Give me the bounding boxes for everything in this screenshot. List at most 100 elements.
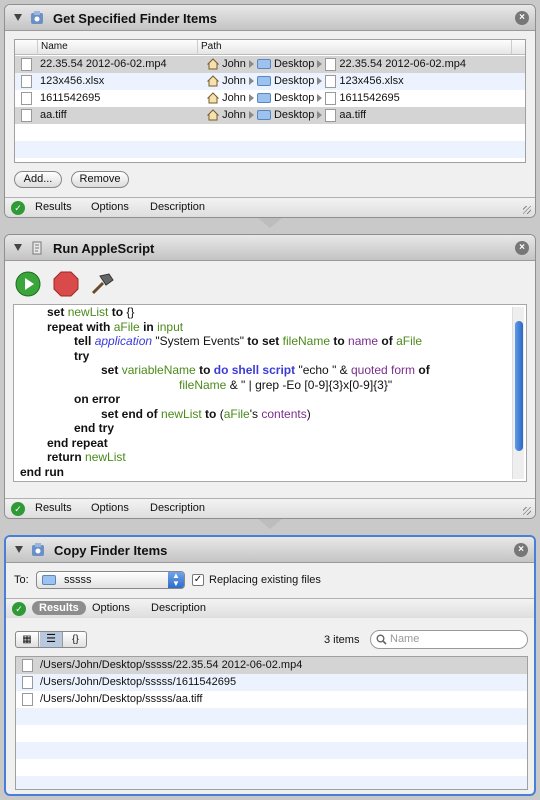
popup-arrows-icon: ▲ ▼ xyxy=(168,572,184,588)
to-label: To: xyxy=(14,574,29,586)
script-scrollbar[interactable] xyxy=(512,307,524,479)
column-header-path[interactable]: Path xyxy=(197,40,511,55)
resize-grip-icon[interactable] xyxy=(523,206,531,214)
options-tab[interactable]: Options xyxy=(91,502,129,514)
action-connector xyxy=(258,218,282,228)
action-header[interactable]: Get Specified Finder Items × xyxy=(5,5,535,31)
view-mode-segmented-control: ▦ ☰ {} xyxy=(15,631,87,648)
action-connector xyxy=(258,519,282,529)
list-item[interactable]: /Users/John/Desktop/sssss/22.35.54 2012-… xyxy=(16,657,527,674)
remove-button[interactable]: Remove xyxy=(71,171,129,188)
path-separator-icon xyxy=(248,94,254,103)
code-line: return newList xyxy=(47,450,126,464)
icon-view-icon[interactable]: ▦ xyxy=(16,632,39,647)
search-icon xyxy=(376,634,387,645)
action-footer: ✓ Results Options Description xyxy=(5,197,535,217)
path-separator-icon xyxy=(317,111,323,120)
video-file-icon xyxy=(325,57,337,71)
action-header[interactable]: Run AppleScript × xyxy=(5,235,535,261)
options-tab[interactable]: Options xyxy=(92,602,130,614)
checkmark-icon: ✓ xyxy=(11,502,25,516)
path-file: 22.35.54 2012-06-02.mp4 xyxy=(339,58,467,70)
table-row[interactable]: 1611542695 John Desktop 1611542695 xyxy=(15,90,525,107)
results-tab[interactable]: Results xyxy=(35,502,72,514)
result-path: /Users/John/Desktop/sssss/1611542695 xyxy=(40,676,237,688)
results-list: /Users/John/Desktop/sssss/22.35.54 2012-… xyxy=(15,656,528,790)
file-name: 1611542695 xyxy=(40,92,101,104)
list-item[interactable]: /Users/John/Desktop/sssss/1611542695 xyxy=(16,674,527,691)
replacing-label[interactable]: Replacing existing files xyxy=(209,574,321,586)
run-icon[interactable] xyxy=(15,271,41,297)
description-tab[interactable]: Description xyxy=(150,502,205,514)
checkmark-icon: ✓ xyxy=(11,201,25,215)
video-file-icon xyxy=(22,659,33,672)
code-line: on error xyxy=(74,392,121,406)
folder-icon xyxy=(256,76,271,87)
video-file-icon xyxy=(21,57,32,71)
action-footer: ✓ Results Options Description xyxy=(5,498,535,518)
description-tab[interactable]: Description xyxy=(151,602,206,614)
code-line: tell application "System Events" to set … xyxy=(74,334,423,348)
code-line: fileName & " | grep -Eo [0-9]{3}x[0-9]{3… xyxy=(179,377,393,392)
list-item[interactable]: /Users/John/Desktop/sssss/aa.tiff xyxy=(16,691,527,708)
checkmark-icon: ✓ xyxy=(12,602,26,616)
document-file-icon xyxy=(325,74,337,88)
path-separator-icon xyxy=(248,77,254,86)
table-row[interactable]: aa.tiff John Desktop aa.tiff xyxy=(15,107,525,124)
generic-file-icon xyxy=(22,676,33,689)
disclosure-triangle-icon[interactable] xyxy=(14,14,22,21)
search-field[interactable]: Name xyxy=(370,630,528,649)
scrollbar-thumb[interactable] xyxy=(515,321,523,451)
script-editor[interactable]: set newList to {} repeat with aFile in i… xyxy=(13,304,527,482)
options-tab[interactable]: Options xyxy=(91,201,129,213)
table-row[interactable]: 22.35.54 2012-06-02.mp4 John Desktop 22.… xyxy=(15,56,525,73)
items-table: Name Path 22.35.54 2012-06-02.mp4 John D… xyxy=(14,39,526,163)
resize-grip-icon[interactable] xyxy=(523,507,531,515)
path-file: aa.tiff xyxy=(339,109,367,121)
path-user: John xyxy=(222,92,246,104)
column-header-spacer xyxy=(15,40,37,55)
folder-icon xyxy=(42,575,56,585)
code-line: end run xyxy=(20,464,64,479)
close-icon[interactable]: × xyxy=(515,11,529,25)
copy-finder-items-action: Copy Finder Items × To: sssss ▲ ▼ ✓ Repla… xyxy=(4,535,536,796)
compile-hammer-icon[interactable] xyxy=(89,271,115,297)
disclosure-triangle-icon[interactable] xyxy=(15,546,23,553)
list-item-empty xyxy=(16,708,527,725)
stop-icon[interactable] xyxy=(53,271,79,297)
path-file: 123x456.xlsx xyxy=(339,75,404,87)
close-icon[interactable]: × xyxy=(515,241,529,255)
home-icon xyxy=(206,109,220,121)
code-line: repeat with aFile in input xyxy=(47,319,184,334)
action-title: Copy Finder Items xyxy=(54,543,168,558)
code-line: set newList to {} xyxy=(47,305,135,319)
table-row[interactable]: 123x456.xlsx John Desktop 123x456.xlsx xyxy=(15,73,525,90)
home-icon xyxy=(206,58,220,70)
table-row-empty xyxy=(15,141,525,158)
folder-icon xyxy=(256,110,271,121)
description-tab[interactable]: Description xyxy=(150,201,205,213)
automator-icon xyxy=(31,11,43,24)
search-placeholder: Name xyxy=(390,633,420,645)
add-button[interactable]: Add... xyxy=(14,171,62,188)
action-title: Get Specified Finder Items xyxy=(53,11,217,26)
column-header-name[interactable]: Name xyxy=(37,40,197,55)
action-header[interactable]: Copy Finder Items × xyxy=(6,537,534,563)
run-applescript-action: Run AppleScript × set newList to {} repe… xyxy=(4,234,536,519)
disclosure-triangle-icon[interactable] xyxy=(14,244,22,251)
path-folder: Desktop xyxy=(273,109,315,121)
list-item-empty xyxy=(16,776,527,789)
file-name: aa.tiff xyxy=(40,109,67,121)
path-user: John xyxy=(222,75,246,87)
results-tab[interactable]: Results xyxy=(35,201,72,213)
list-view-icon[interactable]: ☰ xyxy=(40,632,63,647)
code-line: try xyxy=(74,348,90,363)
item-count: 3 items xyxy=(324,634,360,646)
results-tab[interactable]: Results xyxy=(32,601,86,615)
close-icon[interactable]: × xyxy=(514,543,528,557)
path-separator-icon xyxy=(317,77,323,86)
text-view-icon[interactable]: {} xyxy=(64,632,87,647)
replacing-checkbox[interactable]: ✓ xyxy=(192,574,204,586)
destination-folder-popup[interactable]: sssss ▲ ▼ xyxy=(36,571,185,589)
folder-icon xyxy=(256,93,271,104)
